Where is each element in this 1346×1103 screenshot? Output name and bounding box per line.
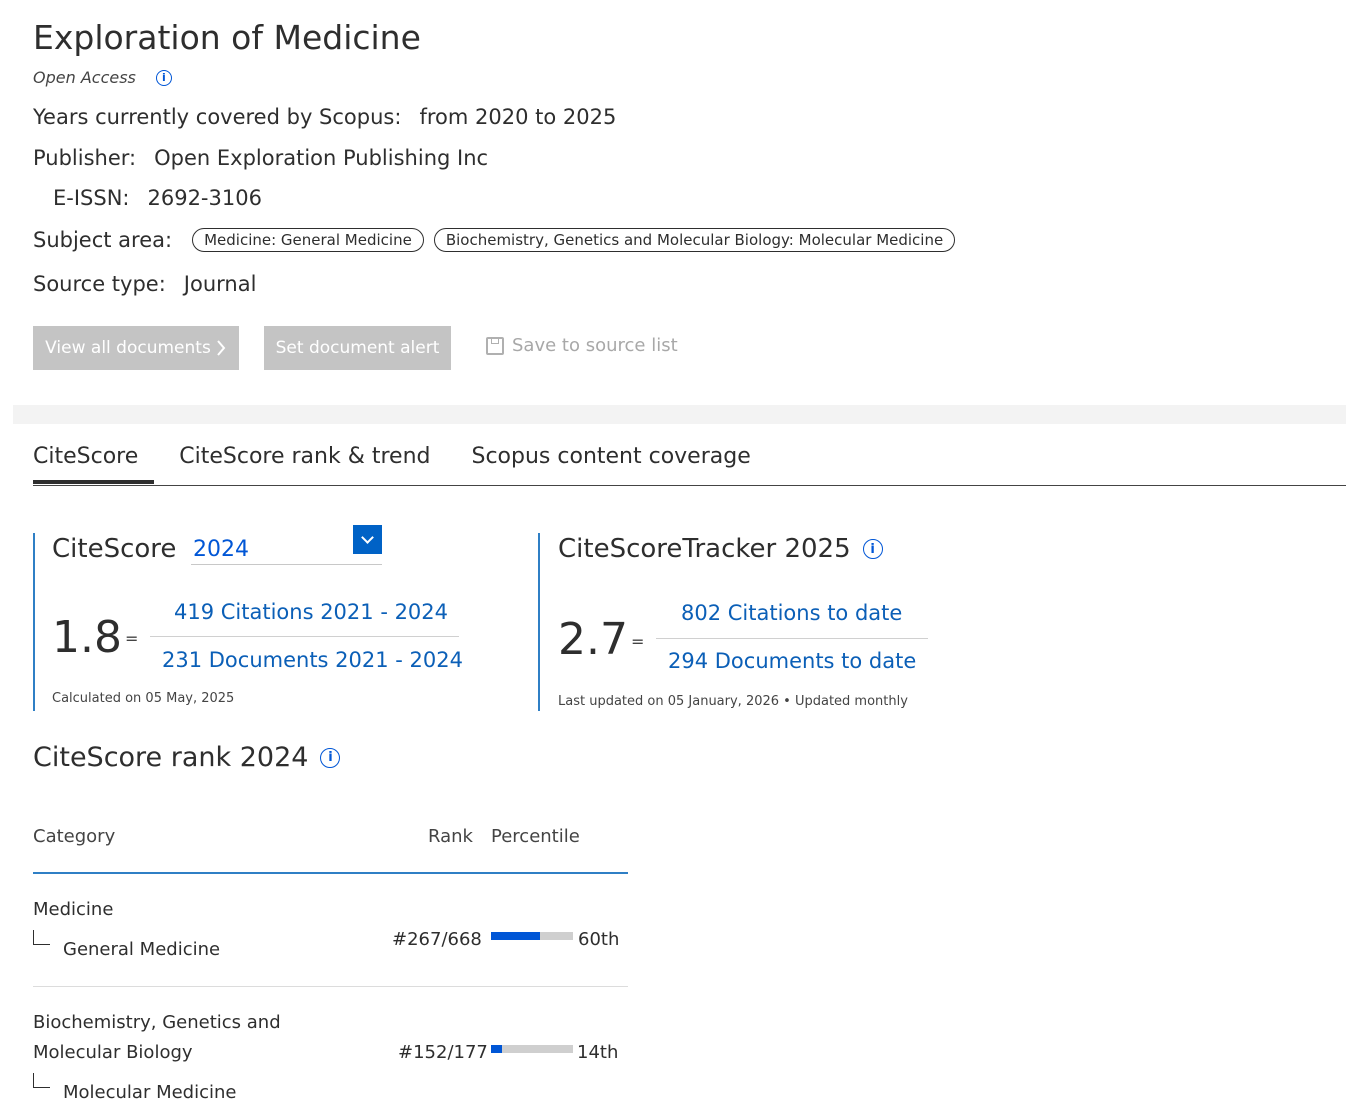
percentile-bar — [491, 1045, 573, 1053]
tree-elbow-icon — [33, 1073, 50, 1088]
percentile-bar-fill — [491, 1045, 503, 1053]
rank-title-row: CiteScore rank 2024 i — [33, 742, 341, 773]
tracker-updated-date: Last updated on 05 January, 2026 • Updat… — [558, 694, 908, 709]
header-category: Category — [33, 826, 116, 847]
save-to-source-list-button[interactable]: Save to source list — [486, 335, 678, 356]
eissn-label: E-ISSN: — [53, 186, 130, 210]
citescore-panel-border — [33, 533, 35, 711]
subject-chip-general-medicine[interactable]: Medicine: General Medicine — [192, 228, 424, 252]
tracker-title-row: CiteScoreTracker 2025 i — [558, 534, 883, 564]
tree-elbow-icon — [33, 930, 50, 945]
open-access-label: Open Access — [33, 68, 136, 87]
publisher: Publisher: Open Exploration Publishing In… — [33, 146, 488, 170]
tracker-value: 2.7 — [558, 614, 628, 665]
citescore-equals: = — [125, 629, 139, 648]
tracker-citations-link[interactable]: 802 Citations to date — [681, 601, 902, 625]
tracker-equals: = — [631, 632, 645, 651]
subject-area: Subject area: Medicine: General Medicine… — [33, 228, 956, 252]
tab-scopus-content-coverage[interactable]: Scopus content coverage — [472, 444, 751, 469]
header-percentile: Percentile — [491, 826, 580, 847]
set-document-alert-button[interactable]: Set document alert — [264, 326, 451, 370]
citescore-documents-link[interactable]: 231 Documents 2021 - 2024 — [162, 648, 463, 672]
years-value: from 2020 to 2025 — [419, 105, 617, 129]
row-rank: #152/177 — [398, 1042, 488, 1063]
citescore-citations-link[interactable]: 419 Citations 2021 - 2024 — [174, 600, 448, 624]
chevron-right-icon — [217, 340, 226, 356]
section-divider-band — [13, 405, 1346, 424]
publisher-label: Publisher: — [33, 146, 137, 170]
citescore-value: 1.8 — [52, 612, 122, 663]
info-circle-icon[interactable]: i — [320, 747, 341, 768]
info-circle-icon[interactable]: i — [862, 539, 883, 559]
percentile-bar — [491, 932, 573, 940]
tracker-title: CiteScoreTracker 2025 — [558, 534, 851, 564]
save-label: Save to source list — [512, 335, 678, 356]
percentile-bar-fill — [491, 932, 541, 940]
tab-bar: CiteScore CiteScore rank & trend Scopus … — [33, 444, 751, 469]
open-access-row: Open Access i — [33, 68, 172, 87]
years-covered: Years currently covered by Scopus: from 2… — [33, 105, 616, 129]
row-divider — [33, 986, 628, 987]
citescore-title: CiteScore — [52, 534, 177, 564]
view-all-label: View all documents — [45, 338, 211, 358]
set-alert-label: Set document alert — [275, 338, 440, 358]
info-circle-icon[interactable]: i — [155, 69, 172, 86]
view-all-documents-button[interactable]: View all documents — [33, 326, 239, 370]
row-parent-category: Biochemistry, Genetics and — [33, 1012, 281, 1033]
chevron-down-icon[interactable] — [353, 525, 382, 554]
row-percentile: 60th — [578, 929, 620, 950]
source-type-label: Source type: — [33, 272, 166, 296]
rank-title: CiteScore rank 2024 — [33, 742, 309, 773]
tab-citescore-rank-trend[interactable]: CiteScore rank & trend — [179, 444, 430, 469]
tracker-documents-link[interactable]: 294 Documents to date — [668, 649, 916, 673]
citescore-year-value: 2024 — [193, 537, 249, 562]
tracker-panel-border — [538, 533, 540, 711]
row-sub-category[interactable]: General Medicine — [63, 939, 220, 960]
eissn: E-ISSN: 2692-3106 — [53, 186, 262, 210]
tabs-baseline — [33, 485, 1346, 486]
years-label: Years currently covered by Scopus: — [33, 105, 402, 129]
header-rank: Rank — [428, 826, 473, 847]
row-parent-category: Medicine — [33, 899, 114, 920]
citescore-calculated-date: Calculated on 05 May, 2025 — [52, 691, 235, 706]
floppy-disk-icon — [486, 336, 504, 355]
active-tab-indicator — [33, 480, 154, 484]
row-parent-category-cont: Molecular Biology — [33, 1042, 193, 1063]
subject-label: Subject area: — [33, 228, 173, 252]
publisher-value: Open Exploration Publishing Inc — [154, 146, 489, 170]
tracker-fraction-line — [656, 638, 928, 639]
citescore-fraction-line — [150, 636, 459, 637]
tab-citescore[interactable]: CiteScore — [33, 444, 138, 469]
source-type-value: Journal — [183, 272, 257, 296]
eissn-value: 2692-3106 — [147, 186, 262, 210]
table-header-divider — [33, 872, 628, 874]
source-type: Source type: Journal — [33, 272, 256, 296]
row-percentile: 14th — [577, 1042, 619, 1063]
source-title: Exploration of Medicine — [33, 18, 421, 57]
row-rank: #267/668 — [392, 929, 482, 950]
subject-chip-molecular-medicine[interactable]: Biochemistry, Genetics and Molecular Bio… — [433, 228, 956, 252]
